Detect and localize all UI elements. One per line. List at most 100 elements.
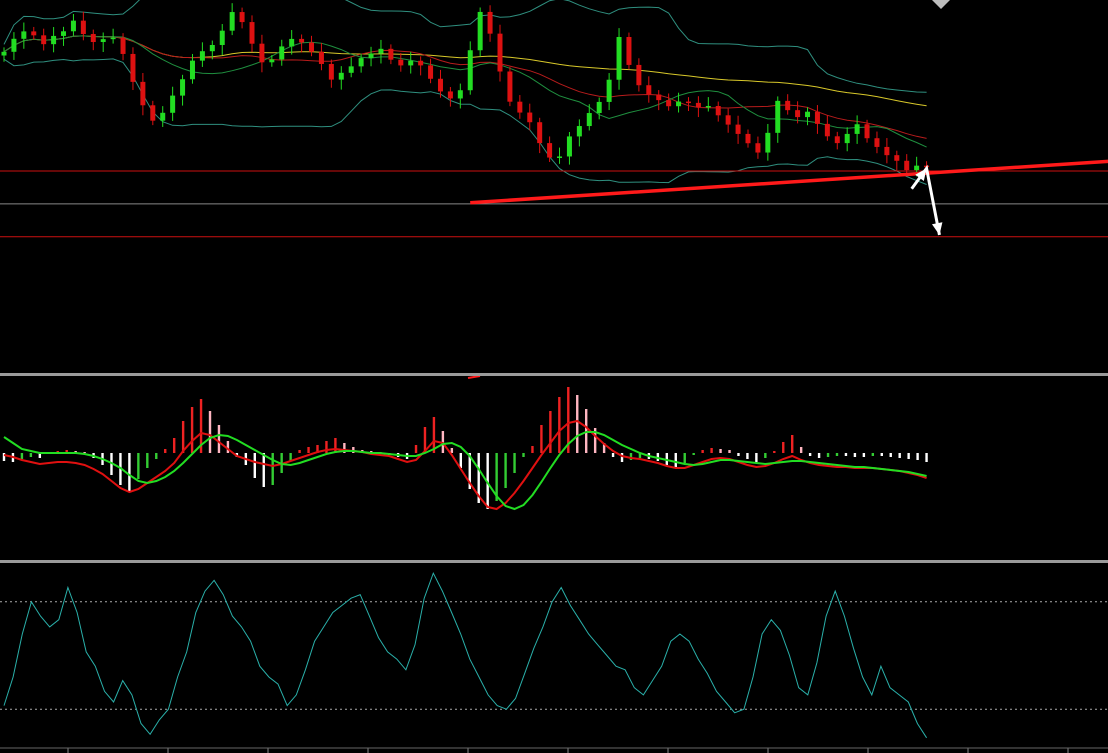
- macd-histogram-bar: [208, 411, 212, 453]
- macd-histogram-bar: [880, 453, 883, 456]
- candle-body: [785, 100, 791, 111]
- candle-body: [41, 35, 47, 45]
- candle-body: [685, 101, 691, 104]
- candle-body: [914, 165, 920, 171]
- candle-body: [467, 50, 473, 91]
- candle-body: [180, 79, 186, 96]
- macd-histogram-bar: [710, 448, 713, 453]
- candle-body: [209, 44, 215, 52]
- candle-body: [110, 37, 116, 40]
- candle-body: [676, 101, 682, 107]
- macd-histogram-bar: [889, 453, 892, 457]
- candle-body: [616, 37, 622, 80]
- macd-histogram-bar: [898, 453, 901, 458]
- candle-body: [398, 59, 404, 66]
- macd-histogram-bar: [172, 438, 176, 453]
- candle-body: [477, 11, 483, 51]
- candle-body: [695, 102, 701, 108]
- candle-body: [854, 124, 860, 134]
- candle-body: [408, 60, 414, 66]
- macd-histogram-bar: [799, 447, 803, 453]
- candle-body: [646, 85, 652, 95]
- candle-body: [457, 90, 463, 99]
- macd-histogram-bar: [181, 421, 185, 453]
- candle-body: [725, 115, 731, 125]
- chart-background: [0, 0, 1108, 753]
- candle-body: [309, 42, 315, 52]
- macd-histogram-bar: [817, 453, 821, 458]
- macd-histogram-bar: [674, 453, 677, 467]
- candle-body: [90, 34, 96, 43]
- candle-body: [547, 143, 553, 158]
- macd-histogram-bar: [217, 425, 221, 453]
- macd-histogram-bar: [513, 453, 516, 473]
- candle-body: [31, 31, 37, 36]
- candle-body: [348, 66, 354, 73]
- macd-histogram-bar: [808, 453, 812, 456]
- macd-histogram-bar: [558, 397, 561, 453]
- candle-body: [606, 79, 612, 102]
- macd-histogram-bar: [764, 453, 767, 458]
- candle-body: [150, 105, 156, 121]
- macd-histogram-bar: [719, 449, 722, 453]
- candle-body: [418, 60, 424, 66]
- candle-body: [735, 124, 741, 134]
- candle-body: [428, 65, 434, 79]
- macd-histogram-bar: [692, 453, 695, 455]
- candle-body: [596, 101, 602, 114]
- candle-body: [199, 51, 205, 61]
- candle-body: [814, 111, 820, 124]
- macd-histogram-bar: [835, 453, 839, 456]
- panel-separator-2[interactable]: [0, 560, 1108, 563]
- candle-body: [378, 48, 384, 54]
- candle-body: [219, 30, 225, 45]
- candle-body: [636, 64, 642, 86]
- macd-histogram-bar: [925, 453, 928, 462]
- macd-histogram-bar: [871, 453, 875, 456]
- macd-histogram-bar: [916, 453, 919, 460]
- candle-body: [874, 138, 880, 147]
- candle-body: [239, 12, 245, 23]
- macd-histogram-bar: [226, 441, 230, 453]
- macd-histogram-bar: [728, 450, 731, 453]
- macd-histogram-bar: [791, 435, 794, 453]
- macd-histogram-bar: [773, 451, 776, 453]
- candle-body: [586, 113, 592, 127]
- candle-body: [566, 136, 572, 157]
- macd-histogram-bar: [549, 411, 552, 453]
- candle-body: [100, 39, 106, 43]
- candle-body: [368, 53, 374, 59]
- candle-body: [795, 110, 801, 118]
- macd-histogram-bar: [540, 425, 543, 453]
- macd-histogram-bar: [853, 453, 857, 457]
- macd-histogram-bar: [20, 453, 24, 459]
- macd-histogram-bar: [128, 453, 131, 491]
- macd-histogram-bar: [414, 445, 418, 453]
- candle-body: [705, 105, 711, 108]
- candle-body: [626, 37, 632, 65]
- candle-body: [51, 35, 57, 45]
- macd-histogram-bar: [746, 453, 749, 459]
- candle-body: [527, 112, 533, 123]
- macd-histogram-bar: [271, 453, 274, 485]
- candle-body: [715, 105, 721, 116]
- candle-body: [70, 20, 76, 32]
- panel-separator-1[interactable]: [0, 373, 1108, 376]
- candle-body: [666, 100, 672, 107]
- candle-body: [259, 43, 265, 63]
- candle-body: [229, 12, 235, 31]
- candle-body: [21, 31, 27, 39]
- macd-histogram-bar: [620, 453, 624, 462]
- candle-body: [824, 123, 830, 137]
- macd-histogram-bar: [459, 453, 463, 468]
- candle-body: [61, 31, 67, 36]
- candle-body: [437, 78, 443, 92]
- candle-body: [834, 136, 840, 144]
- candle-body: [864, 124, 870, 139]
- candle-body: [120, 37, 126, 54]
- candle-body: [884, 146, 890, 156]
- macd-histogram-bar: [531, 446, 534, 453]
- candle-body: [805, 111, 811, 118]
- macd-histogram-bar: [755, 453, 758, 462]
- candle-body: [537, 122, 543, 144]
